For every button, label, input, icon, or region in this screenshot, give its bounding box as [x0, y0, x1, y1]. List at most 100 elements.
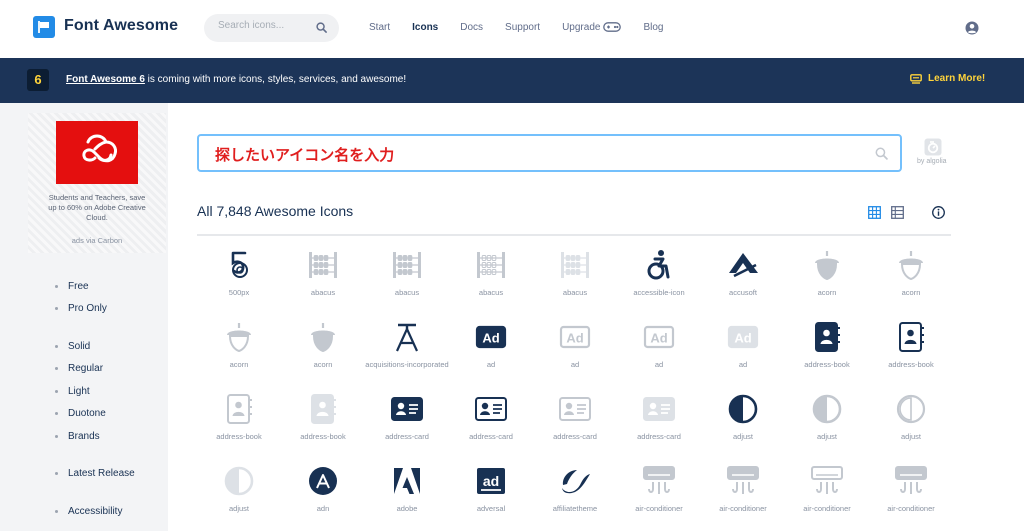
icon-tile[interactable]: address-book: [869, 316, 951, 386]
adobe-creative-cloud-logo[interactable]: [56, 121, 138, 184]
filter-label: Latest Release: [68, 468, 135, 479]
address-card-outline-icon: [558, 392, 592, 426]
icon-tile[interactable]: ad adversal: [449, 460, 533, 530]
carbon-ad[interactable]: Students and Teachers, save up to 60% on…: [28, 113, 166, 253]
air-conditioner-icon: [642, 464, 676, 498]
icon-tile[interactable]: acquisitions-incorporated: [365, 316, 449, 386]
sidebar: Students and Teachers, save up to 60% on…: [0, 103, 168, 531]
list-view-icon[interactable]: [891, 206, 904, 219]
header-search[interactable]: [204, 14, 339, 42]
nav-blog[interactable]: Blog: [643, 22, 663, 33]
nav-support[interactable]: Support: [505, 22, 540, 33]
icon-tile-label: adobe: [396, 504, 418, 513]
nav-docs[interactable]: Docs: [460, 22, 483, 33]
icon-search-query[interactable]: 探したいアイコン名を入力: [215, 144, 394, 165]
icon-tile[interactable]: Ad ad: [701, 316, 785, 386]
icon-tile[interactable]: affiliatetheme: [533, 460, 617, 530]
icon-tile-label: abacus: [394, 288, 420, 297]
grid-view-icon[interactable]: [868, 206, 881, 219]
icon-tile[interactable]: address-book: [197, 388, 281, 458]
icon-tile[interactable]: acorn: [281, 316, 365, 386]
icon-tile-label: address-book: [804, 360, 850, 369]
banner-link[interactable]: Font Awesome 6: [66, 74, 145, 85]
filter-light[interactable]: Light: [55, 386, 90, 397]
abacus-icon: [558, 248, 592, 282]
filter-duotone[interactable]: Duotone: [55, 408, 106, 419]
icon-tile-label: address-card: [469, 432, 513, 441]
bullhorn-icon: [910, 73, 922, 84]
nav-icons[interactable]: Icons: [412, 22, 438, 33]
filter-pro-only[interactable]: Pro Only: [55, 303, 107, 314]
icon-tile-label: abacus: [562, 288, 588, 297]
svg-text:Ad: Ad: [734, 331, 751, 346]
ad-icon: Ad: [726, 320, 760, 354]
icon-search-field[interactable]: 探したいアイコン名を入力: [197, 134, 902, 172]
icon-tile[interactable]: air-conditioner: [869, 460, 951, 530]
bullet: [55, 390, 58, 393]
address-book-outline-icon: [222, 392, 256, 426]
brand-name[interactable]: Font Awesome: [64, 17, 178, 35]
filter-label: Brands: [68, 431, 100, 442]
icon-tile[interactable]: 500px: [197, 244, 281, 314]
icon-tile-label: affiliatetheme: [552, 504, 598, 513]
search-icon[interactable]: [875, 147, 888, 160]
nav-upgrade[interactable]: Upgrade: [562, 22, 622, 33]
icon-tile[interactable]: abacus: [449, 244, 533, 314]
icon-tile[interactable]: address-card: [449, 388, 533, 458]
icon-tile[interactable]: adn: [281, 460, 365, 530]
filter-free[interactable]: Free: [55, 281, 89, 292]
icon-tile[interactable]: address-card: [533, 388, 617, 458]
filter-label: Duotone: [68, 408, 106, 419]
ad-via-carbon[interactable]: ads via Carbon: [48, 236, 146, 245]
icon-tile[interactable]: Ad ad: [533, 316, 617, 386]
icon-tile[interactable]: address-card: [365, 388, 449, 458]
icon-tile[interactable]: accusoft: [701, 244, 785, 314]
filter-solid[interactable]: Solid: [55, 341, 90, 352]
adobe-icon: [390, 464, 424, 498]
powered-by-algolia[interactable]: by algolia: [917, 158, 947, 165]
icon-tile[interactable]: address-card: [617, 388, 701, 458]
icon-tile[interactable]: air-conditioner: [701, 460, 785, 530]
icon-tile-label: air-conditioner: [887, 504, 935, 513]
learn-more-label: Learn More!: [928, 73, 986, 84]
icon-tile[interactable]: adjust: [197, 460, 281, 530]
icon-tile[interactable]: air-conditioner: [785, 460, 869, 530]
filter-label: Solid: [68, 341, 91, 352]
filter-regular[interactable]: Regular: [55, 363, 103, 374]
icon-tile[interactable]: Ad ad: [617, 316, 701, 386]
bullet: [55, 285, 58, 288]
filter-brands[interactable]: Brands: [55, 431, 100, 442]
ad-text[interactable]: Students and Teachers, save up to 60% on…: [48, 193, 146, 223]
icon-tile[interactable]: air-conditioner: [617, 460, 701, 530]
learn-more-link[interactable]: Learn More!: [910, 73, 985, 84]
filter-accessibility[interactable]: Accessibility: [55, 506, 122, 517]
icon-tile[interactable]: acorn: [197, 316, 281, 386]
icon-tile[interactable]: acorn: [785, 244, 869, 314]
user-circle-icon[interactable]: [965, 21, 979, 35]
icon-tile-label: 500px: [228, 288, 250, 297]
icon-tile[interactable]: adjust: [701, 388, 785, 458]
icon-tile[interactable]: address-book: [281, 388, 365, 458]
icon-tile[interactable]: abacus: [281, 244, 365, 314]
bullet: [55, 307, 58, 310]
filter-latest-release[interactable]: Latest Release: [55, 468, 135, 479]
icon-tile[interactable]: abacus: [533, 244, 617, 314]
search-icon[interactable]: [316, 22, 327, 33]
icon-tile[interactable]: Ad ad: [449, 316, 533, 386]
algolia-icon[interactable]: [924, 138, 942, 156]
filter-label: Accessibility: [68, 506, 123, 517]
icon-tile[interactable]: address-book: [785, 316, 869, 386]
header-search-input[interactable]: [218, 20, 313, 31]
icon-tile-label: adjust: [732, 432, 753, 441]
icon-tile[interactable]: adobe: [365, 460, 449, 530]
icon-tile-label: abacus: [310, 288, 336, 297]
icon-tile[interactable]: adjust: [785, 388, 869, 458]
icon-tile[interactable]: acorn: [869, 244, 951, 314]
icon-tile[interactable]: accessible-icon: [617, 244, 701, 314]
nav-start[interactable]: Start: [369, 22, 390, 33]
icon-tile[interactable]: adjust: [869, 388, 951, 458]
info-circle-icon[interactable]: [932, 206, 945, 219]
icon-tile[interactable]: abacus: [365, 244, 449, 314]
bullet: [55, 472, 58, 475]
font-awesome-flag-icon[interactable]: [33, 16, 55, 38]
